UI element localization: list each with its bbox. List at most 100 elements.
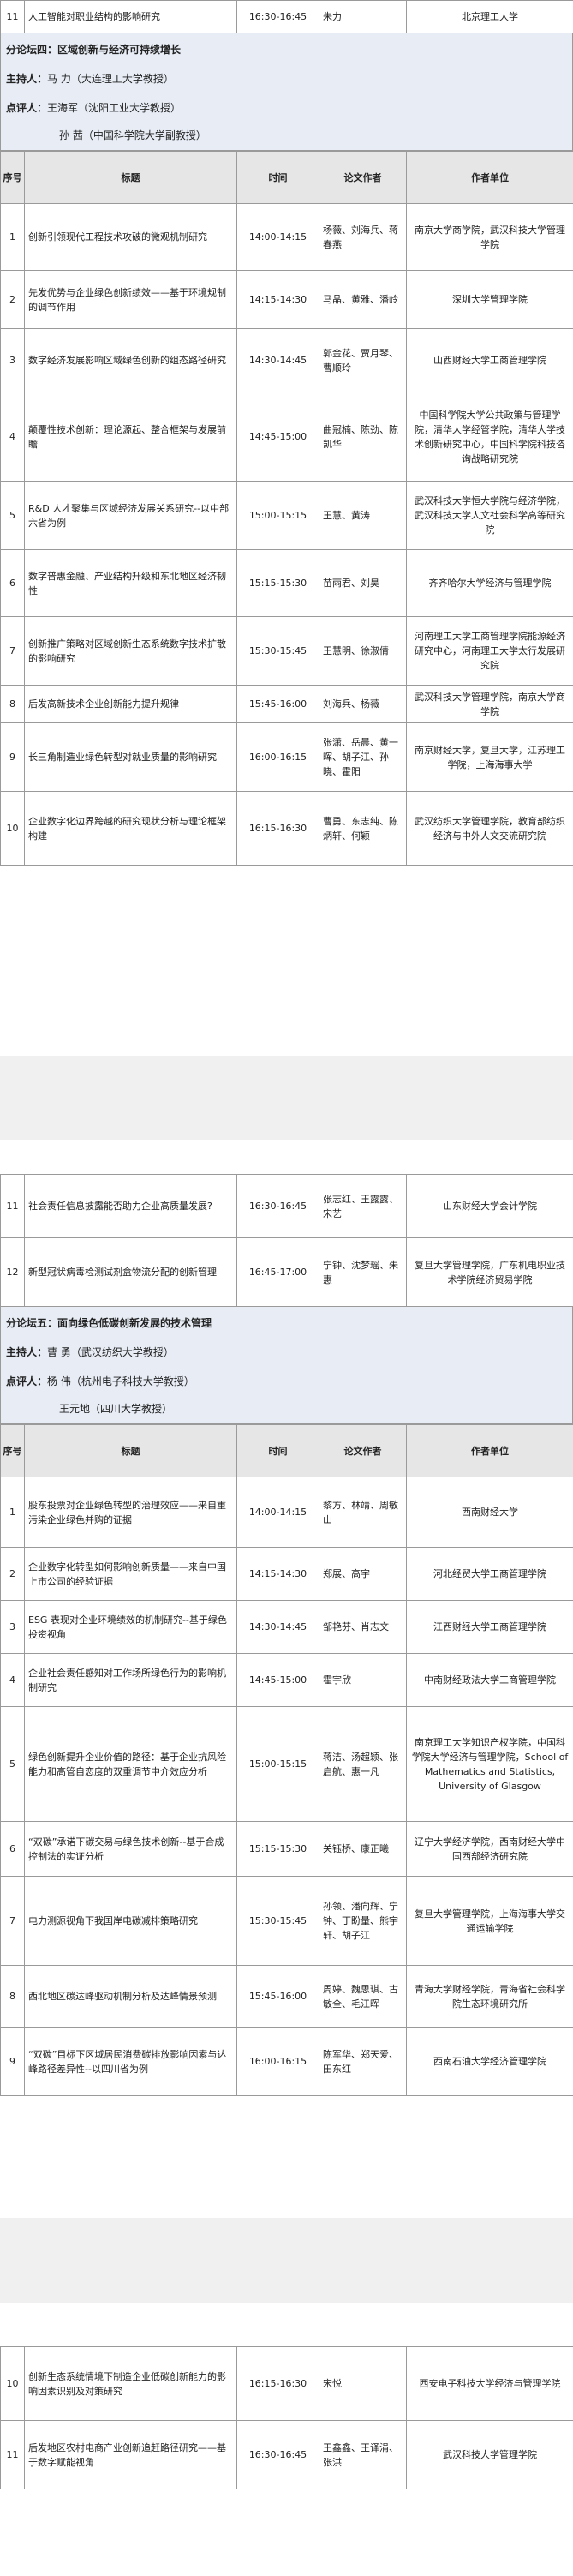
row-number: 6 [0,1821,25,1877]
schedule-table-forum4-cont: 11 社会责任信息披露能否助力企业高质量发展? 16:30-16:45 张志红、王露露… [0,1174,573,1307]
paper-title: 颠覆性技术创新：理论源起、整合框架与发展前瞻 [24,392,237,482]
author-institution: 复旦大学管理学院，广东机电职业技术学院经济贸易学院 [406,1237,573,1307]
time-slot: 16:30-16:45 [236,0,319,33]
page-1: 11 人工智能对职业结构的影响研究 16:30-16:45 朱力 北京理工大学 … [0,0,573,1056]
row-number: 11 [0,1174,25,1238]
author-institution: 武汉纺织大学管理学院，教育部纺织经济与中外人文交流研究院 [406,791,573,866]
author-institution: 辽宁大学经济学院，西南财经大学中国西部经济研究院 [406,1821,573,1877]
row-number: 4 [0,1653,25,1707]
row-number: 10 [0,791,25,866]
paper-title: 企业数字化转型如何影响创新质量——来自中国上市公司的经验证据 [24,1547,237,1601]
table-row: 2 先发优势与企业绿色创新绩效——基于环境规制的调节作用 14:15-14:30 马晶… [0,270,573,329]
header-no: 序号 [0,151,25,204]
table-row: 3 数字经济发展影响区域绿色创新的组态路径研究 14:30-14:45 郭金花、贾月琴… [0,328,573,392]
time-slot: 14:45-15:00 [236,392,319,482]
author-institution: 武汉科技大学恒大学院与经济学院，武汉科技大学人文社会科学高等研究院 [406,481,573,550]
author-institution: 西安电子科技大学经济与管理学院 [406,2346,573,2421]
row-number: 4 [0,392,25,482]
table-header-row: 序号 标题 时间 论文作者 作者单位 [0,1424,573,1477]
row-number: 2 [0,1547,25,1601]
table-row: 7 电力测源视角下我国岸电碳减排策略研究 15:30-15:45 孙领、潘向辉、宁钟、… [0,1876,573,1966]
author-institution: 山西财经大学工商管理学院 [406,328,573,392]
row-number: 8 [0,1965,25,2028]
time-slot: 14:15-14:30 [236,270,319,329]
time-slot: 15:30-15:45 [236,616,319,686]
paper-authors: 张潇、岳晨、黄一晖、胡子江、孙晓、霍阳 [319,722,407,792]
row-number: 11 [0,0,25,33]
author-institution: 武汉科技大学管理学院，南京大学商学院 [406,685,573,723]
paper-authors: 郭金花、贾月琴、曹顺玲 [319,328,407,392]
table-row: 11 人工智能对职业结构的影响研究 16:30-16:45 朱力 北京理工大学 [0,0,573,33]
forum-title: 分论坛五：面向绿色低碳创新发展的技术管理 [6,1317,212,1329]
paper-title: 新型冠状病毒检测试剂盒物流分配的创新管理 [24,1237,237,1307]
time-slot: 16:15-16:30 [236,791,319,866]
reviewer-name: 杨 伟（杭州电子科技大学教授） [47,1375,194,1387]
table-row: 9 “双碳”目标下区域居民消费碳排放影响因素与达峰路径差异性--以四川省为例 16:… [0,2027,573,2096]
host-name: 曹 勇（武汉纺织大学教授） [47,1346,174,1358]
host-label: 主持人： [6,1346,48,1358]
row-number: 3 [0,1600,25,1654]
paper-title: 西北地区碳达峰驱动机制分析及达峰情景预测 [24,1965,237,2028]
forum-5-header: 分论坛五：面向绿色低碳创新发展的技术管理 主持人：曹 勇（武汉纺织大学教授） 点… [0,1307,573,1424]
reviewer-name-2: 孙 茜（中国科学院大学副教授） [59,129,206,141]
table-row: 1 股东投票对企业绿色转型的治理效应——来自重污染企业绿色并购的证据 14:00-1… [0,1477,573,1548]
paper-title: 电力测源视角下我国岸电碳减排策略研究 [24,1876,237,1966]
schedule-table-forum5: 序号 标题 时间 论文作者 作者单位 1 股东投票对企业绿色转型的治理效应——来自… [0,1424,573,2096]
author-institution: 复旦大学管理学院，上海海事大学交通运输学院 [406,1876,573,1966]
table-row: 9 长三角制造业绿色转型对就业质量的影响研究 16:00-16:15 张潇、岳晨、黄一… [0,722,573,792]
author-institution: 江西财经大学工商管理学院 [406,1600,573,1654]
paper-title: 创新推广策略对区域创新生态系统数字技术扩散的影响研究 [24,616,237,686]
table-row: 8 后发高新技术企业创新能力提升规律 15:45-16:00 刘海兵、杨薇 武汉科技大学… [0,685,573,723]
author-institution: 南京理工大学知识产权学院，中国科学院大学经济与管理学院，School of Ma… [406,1706,573,1822]
time-slot: 14:30-14:45 [236,1600,319,1654]
forum-host: 主持人：马 力（大连理工大学教授） [6,71,174,86]
paper-title: “双碳”目标下区域居民消费碳排放影响因素与达峰路径差异性--以四川省为例 [24,2027,237,2096]
time-slot: 15:45-16:00 [236,685,319,723]
row-number: 1 [0,203,25,271]
table-row: 5 R&D 人才聚集与区域经济发展关系研究--以中部六省为例 15:00-15:15… [0,481,573,550]
row-number: 9 [0,2027,25,2096]
row-number: 11 [0,2420,25,2489]
paper-title: 股东投票对企业绿色转型的治理效应——来自重污染企业绿色并购的证据 [24,1477,237,1548]
row-number: 8 [0,685,25,723]
paper-title: 绿色创新提升企业价值的路径：基于企业抗风险能力和高管自恋度的双重调节中介效应分析 [24,1706,237,1822]
forum4-prev-row: 11 人工智能对职业结构的影响研究 16:30-16:45 朱力 北京理工大学 … [0,0,573,866]
time-slot: 16:00-16:15 [236,722,319,792]
paper-title: 长三角制造业绿色转型对就业质量的影响研究 [24,722,237,792]
row-number: 3 [0,328,25,392]
header-authors: 论文作者 [319,1424,407,1477]
row-number: 9 [0,722,25,792]
host-name: 马 力（大连理工大学教授） [47,73,174,85]
author-institution: 河南理工大学工商管理学院能源经济研究中心，河南理工大学太行发展研究院 [406,616,573,686]
paper-authors: 刘海兵、杨薇 [319,685,407,723]
paper-authors: 周婷、魏思琪、古敏全、毛江晖 [319,1965,407,2028]
table-row: 6 “双碳”承诺下碳交易与绿色技术创新--基于合成控制法的实证分析 15:15-15… [0,1821,573,1877]
paper-authors: 苗雨君、刘昊 [319,549,407,617]
schedule-table-forum5-cont: 10 创新生态系统情境下制造企业低碳创新能力的影响因素识别及对策研究 16:15-1… [0,2346,573,2489]
time-slot: 16:00-16:15 [236,2027,319,2096]
header-no: 序号 [0,1424,25,1477]
page-3: 10 创新生态系统情境下制造企业低碳创新能力的影响因素识别及对策研究 16:15-1… [0,2303,573,2576]
paper-authors: 蒋洁、汤超颖、张启航、惠一凡 [319,1706,407,1822]
paper-title: 数字经济发展影响区域绿色创新的组态路径研究 [24,328,237,392]
paper-authors: 张志红、王露露、宋艺 [319,1174,407,1238]
paper-title: 企业数字化边界跨越的研究现状分析与理论框架构建 [24,791,237,866]
author-institution: 中国科学院大学公共政策与管理学院，清华大学经管学院，清华大学技术创新研究中心，中… [406,392,573,482]
author-institution: 齐齐哈尔大学经济与管理学院 [406,549,573,617]
time-slot: 14:45-15:00 [236,1653,319,1707]
table-row: 12 新型冠状病毒检测试剂盒物流分配的创新管理 16:45-17:00 宁钟、沈梦瑶、… [0,1237,573,1307]
time-slot: 14:15-14:30 [236,1547,319,1601]
author-institution: 南京大学商学院，武汉科技大学管理学院 [406,203,573,271]
time-slot: 15:15-15:30 [236,1821,319,1877]
row-number: 1 [0,1477,25,1548]
row-number: 7 [0,616,25,686]
paper-authors: 邹艳芬、肖志文 [319,1600,407,1654]
reviewer-label: 点评人： [6,102,48,114]
forum-reviewer: 点评人：王海军（沈阳工业大学教授） [6,100,181,115]
paper-title: 先发优势与企业绿色创新绩效——基于环境规制的调节作用 [24,270,237,329]
paper-title: 人工智能对职业结构的影响研究 [24,0,237,33]
schedule-table-forum4: 序号 标题 时间 论文作者 作者单位 1 创新引领现代工程技术攻破的微观机制研究 1… [0,151,573,866]
header-institution: 作者单位 [406,151,573,204]
paper-authors: 曹勇、东志纯、陈炳轩、何颖 [319,791,407,866]
table-row: 6 数字普惠金融、产业结构升级和东北地区经济韧性 15:15-15:30 苗雨君、刘昊… [0,549,573,617]
